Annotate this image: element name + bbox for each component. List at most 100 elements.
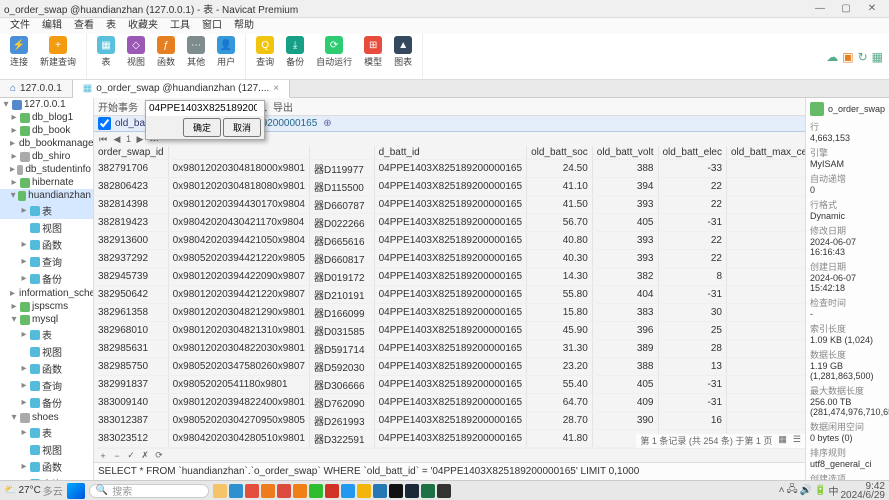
cell[interactable]: 31.30: [527, 340, 593, 358]
cell[interactable]: 器D322591: [309, 430, 374, 448]
menu-help[interactable]: 帮助: [228, 18, 260, 34]
tree-item[interactable]: ▸查询: [0, 377, 93, 394]
tree-item[interactable]: ▸db_bookmanager: [0, 137, 93, 150]
cell[interactable]: 393: [592, 196, 658, 214]
backup-button[interactable]: ⤓备份: [280, 36, 310, 68]
cell[interactable]: 04PPE1403X825189200000165: [374, 160, 526, 178]
weather-widget[interactable]: ⛅ 27°C 多云: [4, 483, 63, 498]
table-row[interactable]: 3829856310x98012020304822030x9801器D59171…: [94, 340, 805, 358]
cell[interactable]: 14.30: [527, 268, 593, 286]
page-first[interactable]: ⏮: [98, 134, 108, 145]
table-row[interactable]: 3829457390x98012020394422090x9807器D01917…: [94, 268, 805, 286]
column-header[interactable]: [309, 146, 374, 160]
query-button[interactable]: Q查询: [250, 36, 280, 68]
cell[interactable]: 0x98012020304821290x9801: [168, 304, 309, 322]
tree-item[interactable]: ▸函数: [0, 458, 93, 475]
cell[interactable]: 4: [727, 178, 806, 196]
cell[interactable]: 382950642: [94, 286, 168, 304]
cell[interactable]: 382819423: [94, 214, 168, 232]
cell[interactable]: 04PPE1403X825189200000165: [374, 340, 526, 358]
app-excel-icon[interactable]: [421, 484, 435, 498]
cell[interactable]: 382945739: [94, 268, 168, 286]
cell[interactable]: 04PPE1403X825189200000165: [374, 376, 526, 394]
cell[interactable]: 04PPE1403X825189200000165: [374, 232, 526, 250]
chevron-icon[interactable]: ▸: [10, 125, 18, 136]
row-cancel-icon[interactable]: ✗: [140, 450, 150, 461]
cell[interactable]: 04PPE1403X825189200000165: [374, 196, 526, 214]
app-csdn-icon[interactable]: [325, 484, 339, 498]
column-header[interactable]: old_batt_max_celvol: [727, 146, 806, 160]
cell[interactable]: 4: [727, 160, 806, 178]
cell[interactable]: 4: [727, 322, 806, 340]
cell[interactable]: 55.80: [527, 286, 593, 304]
column-header[interactable]: d_batt_id: [374, 146, 526, 160]
cell[interactable]: -33: [658, 160, 727, 178]
menu-file[interactable]: 文件: [4, 18, 36, 34]
tree-item[interactable]: ▾mysql: [0, 313, 93, 326]
chevron-icon[interactable]: ▸: [10, 151, 18, 162]
table-row[interactable]: 3829857500x98052020347580260x9807器D59203…: [94, 358, 805, 376]
tree-item[interactable]: ▸函数: [0, 236, 93, 253]
cell[interactable]: 04PPE1403X825189200000165: [374, 286, 526, 304]
bell-icon[interactable]: ▣: [842, 50, 853, 64]
cell[interactable]: 22: [658, 250, 727, 268]
column-header[interactable]: [168, 146, 309, 160]
cell[interactable]: 04PPE1403X825189200000165: [374, 304, 526, 322]
cell[interactable]: -31: [658, 286, 727, 304]
cell[interactable]: 04PPE1403X825189200000165: [374, 358, 526, 376]
tree-item[interactable]: ▸db_shiro: [0, 150, 93, 163]
cell[interactable]: 40.30: [527, 250, 593, 268]
cell[interactable]: 388: [592, 160, 658, 178]
grid-mode-icon[interactable]: ▦: [778, 434, 787, 448]
table-row[interactable]: 3829918370x98052020541180x9801器D30666604…: [94, 376, 805, 394]
chevron-icon[interactable]: ▸: [20, 380, 28, 391]
table-row[interactable]: 3828064230x98012020304818080x9801器D11550…: [94, 178, 805, 196]
table-row[interactable]: 3830091400x98012020394822400x9801器D76209…: [94, 394, 805, 412]
tab-close-icon[interactable]: ×: [273, 83, 279, 94]
cell[interactable]: 409: [592, 394, 658, 412]
tab-table-qorder[interactable]: ▦ o_order_swap @huandianzhan (127.... ×: [73, 80, 290, 98]
cell[interactable]: -31: [658, 214, 727, 232]
taskbar-search[interactable]: 🔍 搜索: [89, 484, 209, 498]
tree-item[interactable]: ▸表: [0, 424, 93, 441]
cell[interactable]: 383023512: [94, 430, 168, 448]
cell[interactable]: 0x98012020394422090x9807: [168, 268, 309, 286]
tree-item[interactable]: 视图: [0, 219, 93, 236]
menu-window[interactable]: 窗口: [196, 18, 228, 34]
table-row[interactable]: 3827917060x98012020304818000x9801器D11997…: [94, 160, 805, 178]
cell[interactable]: 04PPE1403X825189200000165: [374, 394, 526, 412]
chevron-icon[interactable]: ▾: [10, 412, 18, 423]
cell[interactable]: 0x98052020541180x9801: [168, 376, 309, 394]
cell[interactable]: 382985750: [94, 358, 168, 376]
cell[interactable]: 383009140: [94, 394, 168, 412]
cell[interactable]: 382961358: [94, 304, 168, 322]
model-button[interactable]: ⊞模型: [358, 36, 388, 68]
tab-connection[interactable]: ⌂ 127.0.0.1: [0, 80, 73, 97]
cell[interactable]: 4: [727, 340, 806, 358]
cell[interactable]: 0x98012020304818080x9801: [168, 178, 309, 196]
app-navicat-icon[interactable]: [357, 484, 371, 498]
tree-item[interactable]: ▸db_blog1: [0, 111, 93, 124]
app-vlc-icon[interactable]: [293, 484, 307, 498]
tree-item[interactable]: ▾127.0.0.1: [0, 98, 93, 111]
export-button[interactable]: 导出: [273, 99, 293, 114]
tree-item[interactable]: ▸备份: [0, 394, 93, 411]
cell[interactable]: 30: [658, 304, 727, 322]
table-row[interactable]: 3829506420x98012020394421220x9807器D21019…: [94, 286, 805, 304]
tree-item[interactable]: 视图: [0, 343, 93, 360]
app-idea-icon[interactable]: [389, 484, 403, 498]
cell[interactable]: 0x98012020394822400x9801: [168, 394, 309, 412]
automation-button[interactable]: ⟳自动运行: [310, 36, 358, 68]
cell[interactable]: 382791706: [94, 160, 168, 178]
cell[interactable]: 41.50: [527, 196, 593, 214]
page-next[interactable]: ▶: [135, 134, 145, 145]
table-row[interactable]: 3830123870x98052020304270950x9805器D26199…: [94, 412, 805, 430]
begin-trans-button[interactable]: 开始事务: [98, 99, 138, 114]
cell[interactable]: 0x98052020394421220x9805: [168, 250, 309, 268]
cell[interactable]: 13: [658, 358, 727, 376]
cell[interactable]: 55.40: [527, 376, 593, 394]
tree-item[interactable]: ▸表: [0, 326, 93, 343]
chevron-icon[interactable]: ▸: [10, 288, 15, 299]
app-wechat-icon[interactable]: [309, 484, 323, 498]
tree-item[interactable]: ▸函数: [0, 360, 93, 377]
